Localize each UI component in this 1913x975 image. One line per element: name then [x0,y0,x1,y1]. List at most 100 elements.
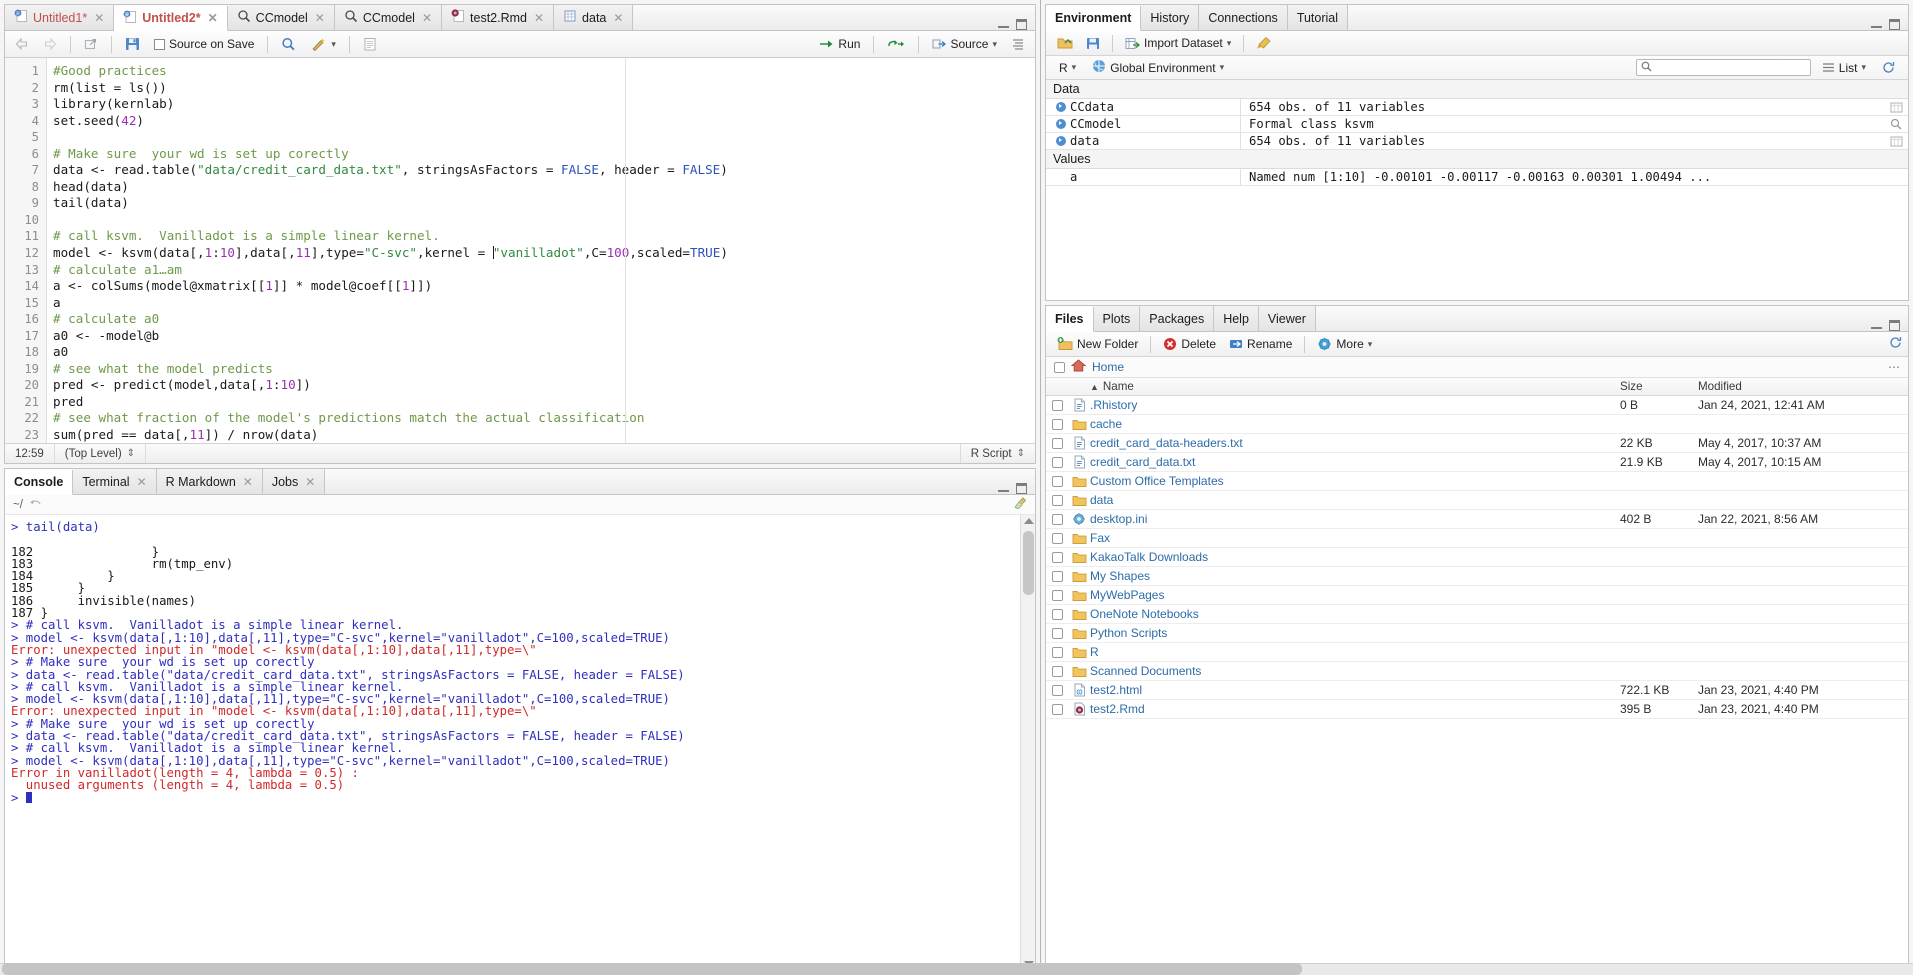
close-icon[interactable]: ✕ [305,475,315,489]
file-checkbox[interactable] [1052,571,1063,582]
source-tab-4[interactable]: test2.Rmd ✕ [442,5,554,30]
console-tab-terminal[interactable]: Terminal ✕ [73,469,156,494]
environment-search-input[interactable] [1656,62,1806,74]
rename-button[interactable]: Rename [1224,335,1297,353]
save-icon[interactable] [120,35,145,53]
file-row[interactable]: Custom Office Templates [1046,472,1908,491]
env-minimize-icon[interactable] [1871,19,1882,30]
console-tab-jobs[interactable]: Jobs ✕ [263,469,325,494]
file-name[interactable]: KakaoTalk Downloads [1090,550,1620,564]
file-row[interactable]: My Shapes [1046,567,1908,586]
files-minimize-icon[interactable] [1871,320,1882,331]
files-more-breadcrumb-icon[interactable]: ⋯ [1888,360,1900,374]
source-on-save-toggle[interactable]: Source on Save [149,35,259,53]
rerun-icon[interactable] [882,36,910,52]
console-maximize-icon[interactable] [1016,483,1027,494]
file-checkbox[interactable] [1052,476,1063,487]
source-button[interactable]: Source ▾ [927,35,1002,53]
files-tab-viewer[interactable]: Viewer [1259,306,1316,331]
file-name[interactable]: credit_card_data.txt [1090,455,1620,469]
env-row-action[interactable] [1884,136,1908,147]
file-checkbox[interactable] [1052,590,1063,601]
new-folder-button[interactable]: New Folder [1052,335,1143,353]
horizontal-scroll-thumb[interactable] [2,963,1302,975]
document-outline-icon[interactable] [1006,36,1030,52]
more-menu-button[interactable]: More ▾ [1312,335,1377,353]
run-button[interactable]: Run [814,35,865,53]
file-checkbox[interactable] [1052,457,1063,468]
close-icon[interactable]: ✕ [422,11,432,25]
console-minimize-icon[interactable] [998,483,1009,494]
env-maximize-icon[interactable] [1889,19,1900,30]
env-row[interactable]: CCmodel Formal class ksvm [1046,116,1908,133]
file-checkbox[interactable] [1052,495,1063,506]
file-checkbox[interactable] [1052,514,1063,525]
file-name[interactable]: desktop.ini [1090,512,1620,526]
file-row[interactable]: R [1046,643,1908,662]
close-icon[interactable]: ✕ [243,475,253,489]
file-row[interactable]: MyWebPages [1046,586,1908,605]
env-row-action[interactable] [1884,102,1908,113]
environment-view-selector[interactable]: List ▾ [1817,59,1871,77]
file-name[interactable]: data [1090,493,1620,507]
file-name[interactable]: Scanned Documents [1090,664,1620,678]
source-tab-5[interactable]: data ✕ [554,5,633,30]
delete-button[interactable]: Delete [1158,335,1221,353]
file-name[interactable]: Fax [1090,531,1620,545]
clear-console-icon[interactable] [1012,497,1027,512]
code-text-area[interactable]: #Good practicesrm(list = ls())library(ke… [47,58,1035,443]
file-row[interactable]: test2.html 722.1 KB Jan 23, 2021, 4:40 P… [1046,681,1908,700]
open-wd-icon[interactable] [29,498,42,512]
expand-icon[interactable] [1056,119,1066,129]
file-name[interactable]: test2.html [1090,683,1620,697]
files-maximize-icon[interactable] [1889,320,1900,331]
file-checkbox[interactable] [1052,685,1063,696]
source-tab-2[interactable]: CCmodel ✕ [228,5,335,30]
expand-icon[interactable] [1056,102,1066,112]
file-name[interactable]: .Rhistory [1090,398,1620,412]
files-refresh-icon[interactable] [1889,336,1902,352]
file-row[interactable]: credit_card_data-headers.txt 22 KB May 4… [1046,434,1908,453]
find-replace-icon[interactable] [276,35,301,53]
save-workspace-icon[interactable] [1081,35,1105,52]
column-header-name[interactable]: ▲ Name [1090,380,1620,393]
file-row[interactable]: Scanned Documents [1046,662,1908,681]
file-row[interactable]: cache [1046,415,1908,434]
expand-icon[interactable] [1056,136,1066,146]
close-icon[interactable]: ✕ [137,475,147,489]
env-tab-tutorial[interactable]: Tutorial [1288,5,1348,30]
env-row[interactable]: a Named num [1:10] -0.00101 -0.00117 -0.… [1046,169,1908,186]
close-icon[interactable]: ✕ [534,11,544,25]
import-dataset-button[interactable]: Import Dataset ▾ [1120,34,1236,52]
breadcrumb-home-link[interactable]: Home [1092,360,1124,374]
source-tab-3[interactable]: CCmodel ✕ [335,5,442,30]
console-tab-console[interactable]: Console [5,470,73,495]
files-tab-plots[interactable]: Plots [1094,306,1141,331]
file-name[interactable]: Python Scripts [1090,626,1620,640]
forward-icon[interactable] [38,36,62,52]
file-name[interactable]: My Shapes [1090,569,1620,583]
files-tab-help[interactable]: Help [1214,306,1259,331]
file-checkbox[interactable] [1052,419,1063,430]
file-checkbox[interactable] [1052,647,1063,658]
console-scroll-thumb[interactable] [1023,531,1034,595]
load-workspace-icon[interactable] [1052,34,1078,52]
file-row[interactable]: KakaoTalk Downloads [1046,548,1908,567]
file-name[interactable]: cache [1090,417,1620,431]
scroll-up-arrow-icon[interactable] [1024,518,1034,524]
environment-refresh-icon[interactable] [1877,59,1900,76]
env-row[interactable]: data 654 obs. of 11 variables [1046,133,1908,150]
language-selector[interactable]: R ▾ [1054,59,1081,77]
file-row[interactable]: desktop.ini 402 B Jan 22, 2021, 8:56 AM [1046,510,1908,529]
file-name[interactable]: Custom Office Templates [1090,474,1620,488]
source-tab-0[interactable]: R Untitled1* ✕ [5,5,114,30]
file-row[interactable]: .Rhistory 0 B Jan 24, 2021, 12:41 AM [1046,396,1908,415]
file-name[interactable]: test2.Rmd [1090,702,1620,716]
file-row[interactable]: data [1046,491,1908,510]
code-editor[interactable]: 1234567891011121314151617181920212223242… [5,58,1035,443]
file-checkbox[interactable] [1052,609,1063,620]
env-tab-history[interactable]: History [1141,5,1199,30]
files-tab-packages[interactable]: Packages [1140,306,1214,331]
scope-selector[interactable]: (Top Level) ⇕ [55,444,146,463]
file-checkbox[interactable] [1052,704,1063,715]
